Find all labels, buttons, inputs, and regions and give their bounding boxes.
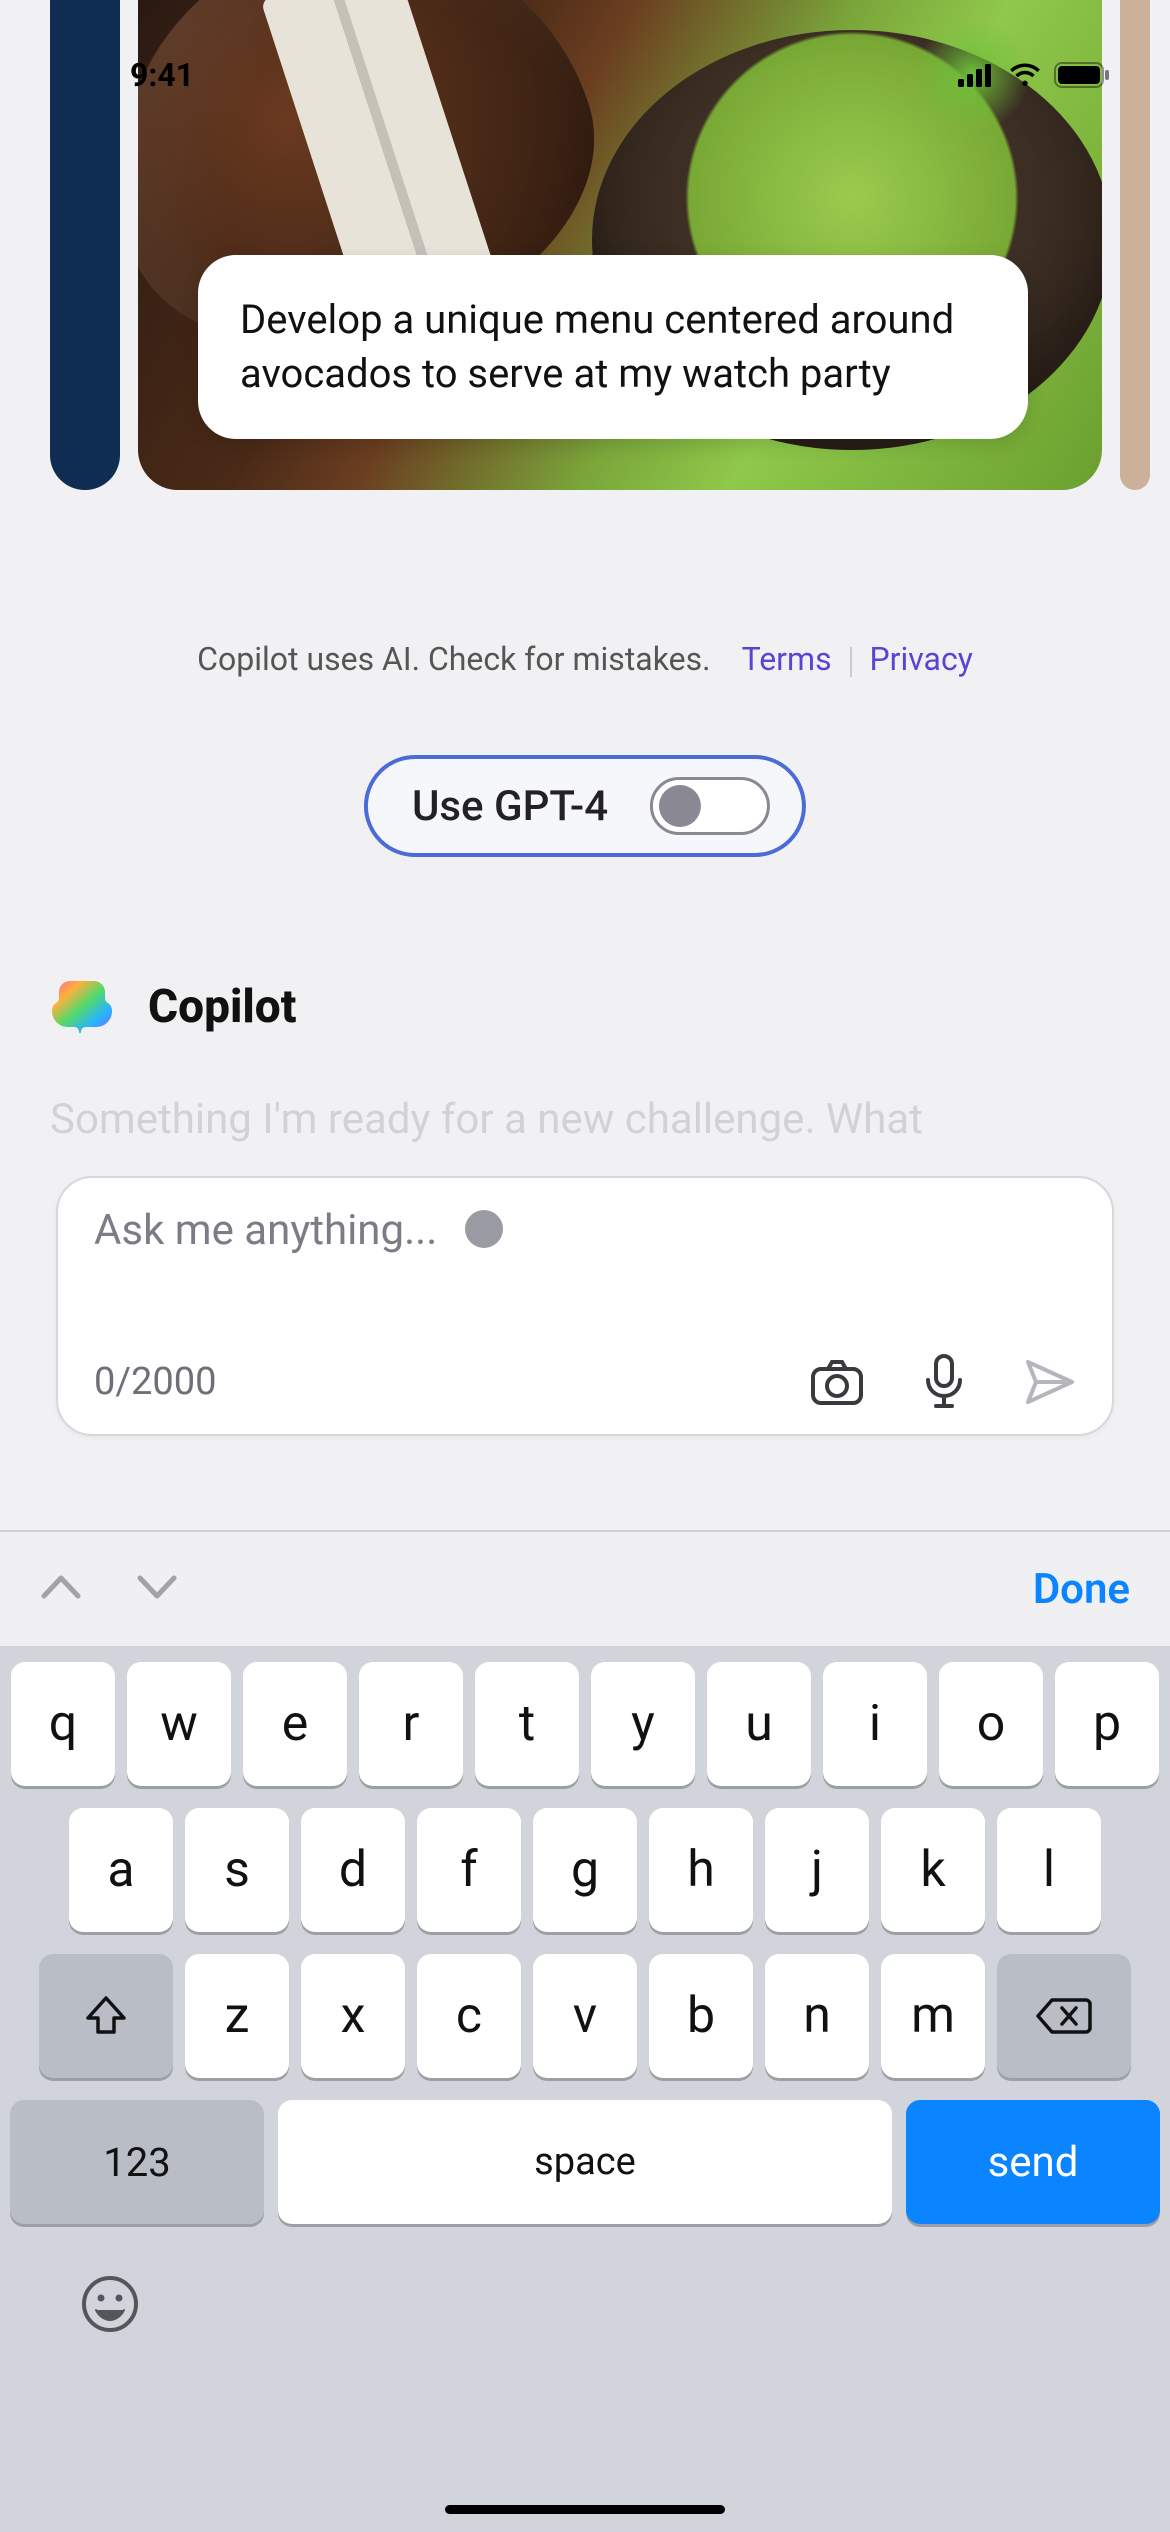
prev-field-button[interactable] bbox=[40, 1572, 82, 1606]
key-f[interactable]: f bbox=[417, 1808, 521, 1932]
key-z[interactable]: z bbox=[185, 1954, 289, 2078]
keyboard-done-button[interactable]: Done bbox=[1033, 1565, 1130, 1614]
chevron-down-icon bbox=[136, 1572, 178, 1602]
key-r[interactable]: r bbox=[359, 1662, 463, 1786]
backspace-icon bbox=[1036, 1996, 1092, 2036]
key-send[interactable]: send bbox=[906, 2100, 1160, 2224]
key-space[interactable]: space bbox=[278, 2100, 892, 2224]
status-icons bbox=[958, 62, 1110, 88]
on-screen-keyboard: q w e r t y u i o p a s d f g h j k l z … bbox=[0, 1646, 1170, 2532]
key-shift[interactable] bbox=[39, 1954, 173, 2078]
key-c[interactable]: c bbox=[417, 1954, 521, 2078]
emoji-icon bbox=[80, 2274, 140, 2334]
key-numeric[interactable]: 123 bbox=[10, 2100, 264, 2224]
gpt4-label: Use GPT-4 bbox=[412, 782, 608, 831]
home-indicator[interactable] bbox=[445, 2505, 725, 2514]
key-q[interactable]: q bbox=[11, 1662, 115, 1786]
key-t[interactable]: t bbox=[475, 1662, 579, 1786]
status-time: 9:41 bbox=[130, 56, 194, 94]
key-p[interactable]: p bbox=[1055, 1662, 1159, 1786]
suggestion-text: Develop a unique menu centered around av… bbox=[240, 296, 954, 397]
key-m[interactable]: m bbox=[881, 1954, 985, 2078]
key-u[interactable]: u bbox=[707, 1662, 811, 1786]
chevron-up-icon bbox=[40, 1572, 82, 1602]
shift-icon bbox=[84, 1994, 128, 2038]
cellular-icon bbox=[958, 63, 996, 87]
suggestion-text-bubble[interactable]: Develop a unique menu centered around av… bbox=[198, 255, 1028, 439]
assistant-intro-text: Something I'm ready for a new challenge.… bbox=[50, 1095, 1120, 1145]
caret-indicator-icon bbox=[465, 1210, 503, 1248]
ai-disclaimer-text: Copilot uses AI. Check for mistakes. bbox=[197, 640, 710, 678]
key-x[interactable]: x bbox=[301, 1954, 405, 2078]
key-y[interactable]: y bbox=[591, 1662, 695, 1786]
gpt4-switch[interactable] bbox=[650, 777, 770, 835]
send-icon bbox=[1024, 1358, 1076, 1406]
battery-icon bbox=[1054, 62, 1110, 88]
microphone-button[interactable] bbox=[924, 1354, 964, 1410]
key-b[interactable]: b bbox=[649, 1954, 753, 2078]
key-e[interactable]: e bbox=[243, 1662, 347, 1786]
emoji-keyboard-button[interactable] bbox=[80, 2274, 140, 2348]
key-g[interactable]: g bbox=[533, 1808, 637, 1932]
key-l[interactable]: l bbox=[997, 1808, 1101, 1932]
wifi-icon bbox=[1008, 63, 1042, 87]
compose-input[interactable]: Ask me anything... bbox=[94, 1206, 437, 1255]
key-w[interactable]: w bbox=[127, 1662, 231, 1786]
key-v[interactable]: v bbox=[533, 1954, 637, 2078]
keyboard-row-2: a s d f g h j k l bbox=[10, 1808, 1160, 1932]
key-i[interactable]: i bbox=[823, 1662, 927, 1786]
switch-knob-icon bbox=[659, 785, 701, 827]
keyboard-accessory-bar: Done bbox=[0, 1530, 1170, 1646]
copilot-title: Copilot bbox=[148, 980, 296, 1034]
key-backspace[interactable] bbox=[997, 1954, 1131, 2078]
key-o[interactable]: o bbox=[939, 1662, 1043, 1786]
char-counter: 0/2000 bbox=[94, 1360, 216, 1404]
terms-link[interactable]: Terms bbox=[742, 640, 832, 678]
camera-button[interactable] bbox=[810, 1358, 864, 1406]
camera-icon bbox=[810, 1358, 864, 1406]
key-a[interactable]: a bbox=[69, 1808, 173, 1932]
key-h[interactable]: h bbox=[649, 1808, 753, 1932]
keyboard-row-4: 123 space send bbox=[10, 2100, 1160, 2224]
key-k[interactable]: k bbox=[881, 1808, 985, 1932]
keyboard-row-1: q w e r t y u i o p bbox=[10, 1662, 1160, 1786]
privacy-link[interactable]: Privacy bbox=[869, 640, 972, 678]
keyboard-row-5 bbox=[10, 2234, 1160, 2348]
keyboard-row-3: z x c v b n m bbox=[10, 1954, 1160, 2078]
status-bar: 9:41 bbox=[0, 0, 1170, 120]
key-d[interactable]: d bbox=[301, 1808, 405, 1932]
gpt4-toggle-pill[interactable]: Use GPT-4 bbox=[364, 755, 806, 857]
key-j[interactable]: j bbox=[765, 1808, 869, 1932]
microphone-icon bbox=[1044, 2274, 1090, 2334]
send-button[interactable] bbox=[1024, 1358, 1076, 1406]
ai-disclaimer-row: Copilot uses AI. Check for mistakes. Ter… bbox=[0, 640, 1170, 678]
compose-input-panel[interactable]: Ask me anything... 0/2000 bbox=[56, 1176, 1114, 1436]
copilot-logo-icon bbox=[50, 975, 114, 1039]
next-field-button[interactable] bbox=[136, 1572, 178, 1606]
copilot-heading-row: Copilot bbox=[50, 975, 296, 1039]
key-n[interactable]: n bbox=[765, 1954, 869, 2078]
microphone-icon bbox=[924, 1354, 964, 1410]
divider-icon bbox=[850, 647, 852, 677]
key-s[interactable]: s bbox=[185, 1808, 289, 1932]
